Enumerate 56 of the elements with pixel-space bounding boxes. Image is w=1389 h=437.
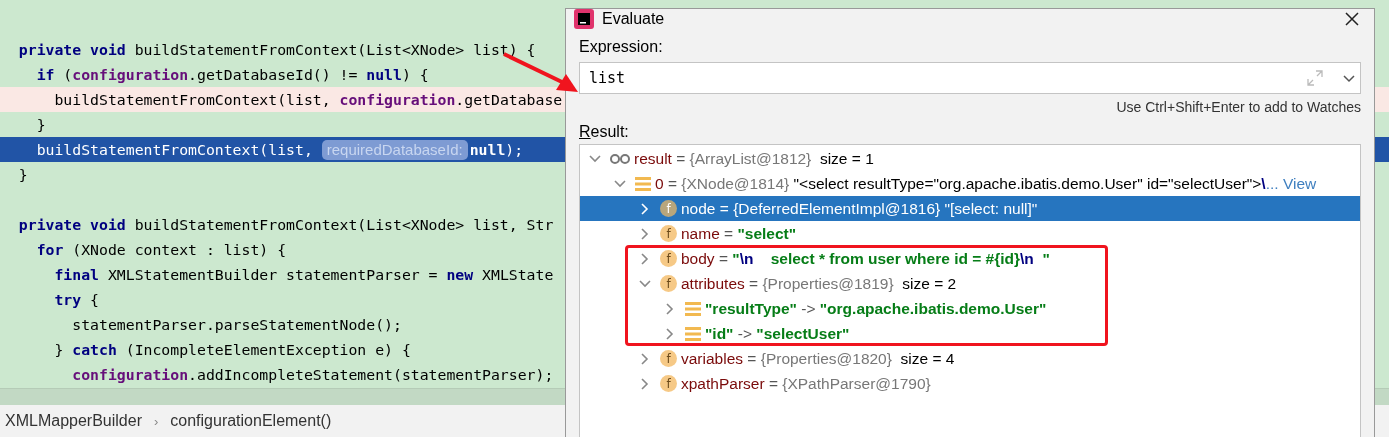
glasses-icon [610,152,630,165]
tree-row[interactable]: 0 = {XNode@1814} "<select resultType="org.apache.ibatis.demo.User" id="selectUser">\... View [580,171,1360,196]
tree-row[interactable]: "id" -> "selectUser" [580,321,1360,346]
code-text: for (XNode context : list) { [35,240,287,260]
tree-row[interactable]: f body = "\n select * from user where id = #{id}\n " [580,246,1360,271]
code-text: } [35,115,46,135]
row-label: variables = {Properties@1820} size = 4 [681,349,955,368]
row-label: "id" -> "selectUser" [705,324,850,343]
row-label: node = {DeferredElementImpl@1816} "[select: null]" [681,199,1038,218]
code-text: buildStatementFromContext(list, [35,140,314,160]
expression-input[interactable]: list [589,69,1306,87]
row-label: attributes = {Properties@1819} size = 2 [681,274,957,293]
code-text: buildStatementFromContext(list, configuration.getDatabase [53,90,563,110]
code-text: final XMLStatementBuilder statementParser = new XMLState [53,265,554,285]
tree-row[interactable]: f name = "select" [580,221,1360,246]
code-text: } [17,165,28,185]
field-icon: f [660,250,677,267]
tree-row[interactable]: result = {ArrayList@1812} size = 1 [580,146,1360,171]
code-text: private void buildStatementFromContext(List<XNode> list) { [17,40,536,60]
parameter-hint: requiredDatabaseId: [321,139,468,160]
code-text: statementParser.parseStatementNode(); [71,315,402,335]
expand-icon[interactable] [1306,69,1324,87]
row-label: name = "select" [681,224,797,243]
expression-combo-box[interactable]: list [579,62,1361,94]
row-label: result = {ArrayList@1812} size = 1 [634,149,874,168]
list-icon [635,176,651,191]
hint-text: Use Ctrl+Shift+Enter to add to Watches [1116,99,1361,115]
list-icon [685,301,701,316]
breadcrumb[interactable]: configurationElement() [170,412,332,430]
field-icon: f [660,225,677,242]
tree-row[interactable]: f variables = {Properties@1820} size = 4 [580,346,1360,371]
tree-row[interactable]: f attributes = {Properties@1819} size = 2 [580,271,1360,296]
row-label: body = "\n select * from user where id = #{id}\n " [681,249,1050,268]
code-text: } catch (IncompleteElementException e) { [53,340,411,360]
code-text: null); [469,140,524,160]
row-label: 0 = {XNode@1814} "<select resultType="org.apache.ibatis.demo.User" id="selectUser">\... View [655,174,1317,193]
code-text: private void buildStatementFromContext(List<XNode> list, Str [17,215,554,235]
field-icon: f [660,275,677,292]
field-icon: f [660,375,677,392]
field-label: Expression: [579,38,664,56]
tree-row[interactable]: f xpathParser = {XPathParser@1790} [580,371,1360,396]
field-icon: f [660,200,677,217]
code-text: if (configuration.getDatabaseId() != null) { [35,65,429,85]
app-logo-icon [574,9,594,29]
result-label: Result: [579,123,630,141]
field-icon: f [660,350,677,367]
breadcrumb-separator: › [153,413,159,429]
row-label: "resultType" -> "org.apache.ibatis.demo.User" [705,299,1047,318]
code-text: try { [53,290,99,310]
dialog-title: Evaluate [602,10,666,28]
breadcrumb[interactable]: XMLMapperBuilder [5,412,142,430]
tree-row[interactable]: "resultType" -> "org.apache.ibatis.demo.User" [580,296,1360,321]
list-icon [685,326,701,341]
tree-row[interactable]: f node = {DeferredElementImpl@1816} "[select: null]" [580,196,1360,221]
code-text: configuration.addIncompleteStatement(statementParser); [71,365,554,385]
row-label: xpathParser = {XPathParser@1790} [681,374,931,393]
